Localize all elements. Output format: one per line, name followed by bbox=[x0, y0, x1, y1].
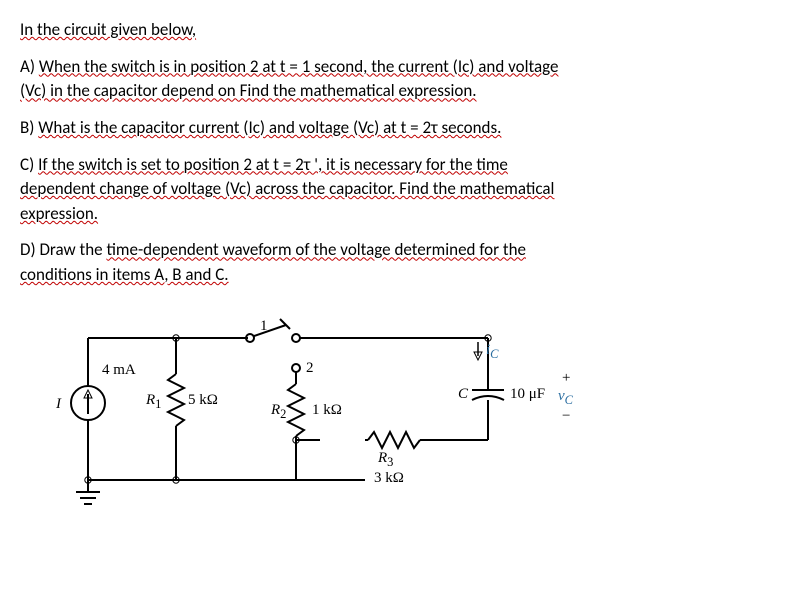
part-a: A) When the switch is in position 2 at t… bbox=[20, 55, 776, 104]
vc-minus: − bbox=[562, 406, 570, 428]
current-source-symbol: I bbox=[56, 394, 61, 416]
part-c-line3: expression. bbox=[20, 203, 98, 224]
part-c-label: C) bbox=[20, 154, 38, 175]
intro: In the circuit given below, bbox=[20, 18, 776, 43]
ic-label: iC bbox=[486, 340, 499, 363]
R1-name: R bbox=[146, 392, 155, 408]
part-a-label: A) bbox=[20, 56, 39, 77]
R2-name: R bbox=[271, 402, 280, 418]
current-source-value: 4 mA bbox=[102, 360, 136, 382]
R3-name: R bbox=[378, 450, 387, 466]
switch-pos1: 1 bbox=[260, 316, 268, 338]
part-c-line2: dependent change of voltage (Vc) across … bbox=[20, 178, 554, 199]
part-b-line1: What is the capacitor current (Ic) and v… bbox=[38, 117, 501, 138]
R1-label: R1 bbox=[146, 390, 161, 413]
part-d: D) Draw the time-dependent waveform of t… bbox=[20, 238, 776, 287]
R1-sub: 1 bbox=[155, 397, 161, 411]
circuit-diagram: 4 mA I R1 5 kΩ R2 1 kΩ R3 3 kΩ C 10 μF 1… bbox=[68, 312, 588, 512]
vc-sub: C bbox=[565, 393, 573, 407]
R3-value: 3 kΩ bbox=[374, 468, 404, 490]
part-d-prefix: D) Draw the bbox=[20, 239, 106, 260]
part-c-line1: If the switch is set to position 2 at t … bbox=[38, 154, 508, 175]
R2-value: 1 kΩ bbox=[312, 400, 342, 422]
cap-label: C bbox=[458, 384, 468, 406]
switch-pos2: 2 bbox=[306, 358, 314, 380]
R1-value: 5 kΩ bbox=[188, 390, 218, 412]
R2-label: R2 bbox=[271, 400, 286, 423]
intro-text: In the circuit given below, bbox=[20, 19, 196, 40]
part-d-line2: conditions in items A, B and C. bbox=[20, 264, 229, 285]
part-c: C) If the switch is set to position 2 at… bbox=[20, 153, 776, 227]
vc-v: v bbox=[558, 388, 565, 404]
ic-sub: C bbox=[490, 347, 498, 361]
part-b-label: B) bbox=[20, 117, 38, 138]
cap-value: 10 μF bbox=[510, 384, 545, 406]
part-a-line2: (Vc) in the capacitor depend on Find the… bbox=[20, 80, 477, 101]
R3-sub: 3 bbox=[387, 455, 393, 469]
part-b: B) What is the capacitor current (Ic) an… bbox=[20, 116, 776, 141]
part-a-line1: When the switch is in position 2 at t = … bbox=[39, 56, 559, 77]
part-d-line1: time-dependent waveform of the voltage d… bbox=[106, 239, 526, 260]
R2-sub: 2 bbox=[280, 407, 286, 421]
